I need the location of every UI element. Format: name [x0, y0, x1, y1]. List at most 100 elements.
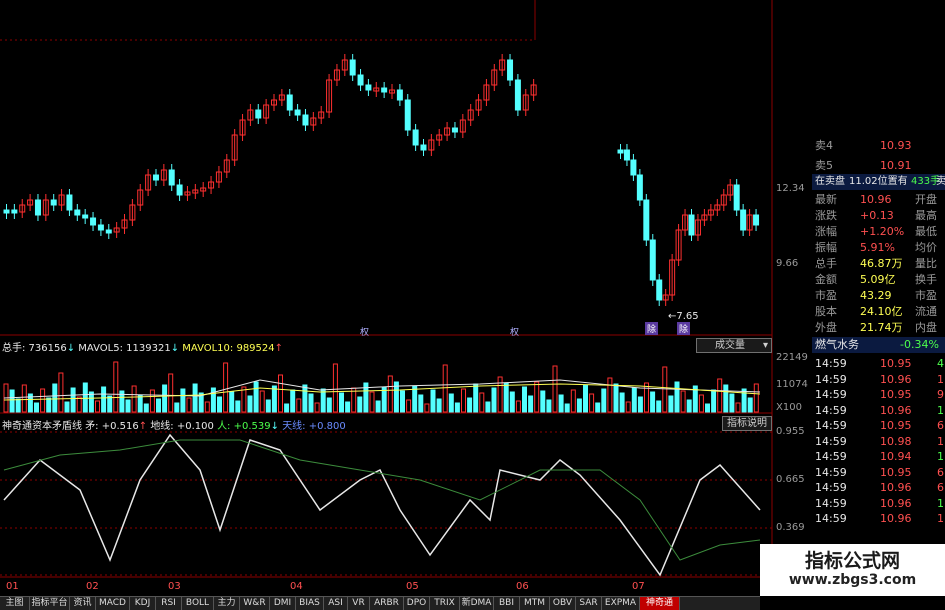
- field-value: 5.09亿: [860, 273, 896, 286]
- tab-0[interactable]: 主图: [0, 597, 30, 610]
- tab-14[interactable]: DPO: [404, 597, 430, 610]
- tab-3[interactable]: MACD: [96, 597, 130, 610]
- tab-5[interactable]: RSI: [156, 597, 182, 610]
- tab-21[interactable]: EXPMA: [602, 597, 640, 610]
- field-key: 涨跌: [815, 209, 837, 222]
- tab-11[interactable]: ASI: [324, 597, 348, 610]
- ex-rights-marker-3[interactable]: 除: [645, 322, 659, 335]
- order-bar[interactable]: 在卖盘 11.02位置有 433手 卖: [812, 174, 945, 190]
- volume-bar: [698, 394, 704, 413]
- volume-bar: [583, 384, 588, 413]
- indicator-ren-value: 人: +0.539: [217, 421, 271, 432]
- volume-bar: [369, 391, 375, 413]
- volume-bar: [522, 386, 527, 413]
- volume-bar: [15, 398, 21, 413]
- candle-body: [74, 209, 81, 216]
- volume-bar: [637, 396, 643, 413]
- sector-change: -0.34%: [900, 338, 939, 351]
- tab-9[interactable]: DMI: [270, 597, 296, 610]
- tick-time: 14:59: [815, 419, 847, 432]
- field-key-2: 内盘: [915, 321, 937, 334]
- tab-20[interactable]: SAR: [576, 597, 602, 610]
- ask-price: 10.91: [880, 159, 912, 172]
- tab-1[interactable]: 指标平台: [30, 597, 70, 610]
- volume-bar: [430, 389, 436, 413]
- tick-time: 14:59: [815, 372, 847, 386]
- indicator-mao-value: 矛: +0.516: [85, 421, 139, 432]
- field-key: 外盘: [815, 321, 837, 334]
- volume-bar: [461, 388, 466, 413]
- tick-volume: 1: [937, 403, 944, 417]
- volume-bar: [204, 401, 210, 413]
- candle-body: [286, 94, 293, 111]
- volume-selector[interactable]: 成交量 ▾: [696, 338, 772, 353]
- tick-time: 14:59: [815, 512, 847, 525]
- volume-bar: [674, 381, 680, 413]
- volume-bar: [235, 400, 241, 413]
- field-value: 21.74万: [860, 321, 903, 334]
- tab-6[interactable]: BOLL: [182, 597, 214, 610]
- sector-row[interactable]: 燃气水务 -0.34%: [812, 337, 945, 353]
- volume-bar: [284, 403, 290, 413]
- indicator-sky-value: 天线: +0.800: [282, 421, 346, 432]
- candle-body: [152, 174, 159, 181]
- candle-body: [656, 279, 663, 301]
- volume-bar: [137, 394, 143, 413]
- volume-bar: [259, 390, 265, 413]
- up-arrow-icon: ↑: [138, 421, 151, 432]
- tab-19[interactable]: OBV: [550, 597, 576, 610]
- field-key-2: 换手: [915, 273, 937, 286]
- volume-bar: [485, 401, 491, 413]
- tab-8[interactable]: W&R: [240, 597, 270, 610]
- candle-body: [404, 99, 411, 131]
- tick-row: 14:59 10.96 6: [812, 480, 945, 496]
- candle-body: [294, 109, 301, 116]
- tab-12[interactable]: VR: [348, 597, 370, 610]
- volume-bar: [479, 392, 485, 413]
- tab-4[interactable]: KDJ: [130, 597, 156, 610]
- x-axis-label: 04: [290, 581, 303, 592]
- tick-row: 14:59 10.96 1: [812, 496, 945, 512]
- tab-10[interactable]: BIAS: [296, 597, 324, 610]
- candle-body: [255, 109, 262, 119]
- field-key-2: 最低: [915, 225, 937, 238]
- volume-bar: [76, 396, 82, 413]
- ask-row: 卖4 10.93: [812, 138, 945, 154]
- watermark-url: www.zbgs3.com: [788, 572, 917, 588]
- tab-18[interactable]: MTM: [520, 597, 550, 610]
- field-value: 24.10亿: [860, 305, 903, 318]
- tab-15[interactable]: TRIX: [430, 597, 460, 610]
- volume-bar: [540, 390, 546, 413]
- volume-bar: [534, 381, 540, 413]
- tick-volume: 9: [937, 388, 944, 401]
- x-axis-label: 05: [406, 581, 419, 592]
- volume-bar: [217, 396, 222, 413]
- tab-13[interactable]: ARBR: [370, 597, 404, 610]
- field-key-2: 量比: [915, 257, 937, 270]
- field-key: 振幅: [815, 241, 837, 254]
- volume-bar: [101, 386, 107, 413]
- tab-7[interactable]: 主力: [214, 597, 240, 610]
- oscillator-line: [3, 433, 761, 577]
- tick-volume: 1: [937, 512, 944, 525]
- volume-bar: [278, 374, 283, 413]
- sector-name: 燃气水务: [815, 338, 859, 351]
- tab-17[interactable]: BBI: [494, 597, 520, 610]
- volume-bar: [729, 393, 735, 413]
- ex-rights-marker-4[interactable]: 除: [677, 322, 691, 335]
- tick-row: 14:59 10.96 1: [812, 511, 945, 527]
- candle-body: [365, 84, 372, 91]
- indicator-help-button[interactable]: 指标说明: [722, 416, 772, 431]
- tab-2[interactable]: 资讯: [70, 597, 96, 610]
- volume-bar: [497, 376, 503, 413]
- ex-rights-marker-2: 权: [510, 328, 520, 338]
- tab-22[interactable]: 神奇通: [640, 597, 680, 610]
- field-key: 总手: [815, 257, 837, 270]
- tick-price: 10.96: [880, 496, 912, 510]
- field-value: 43.29: [860, 289, 892, 302]
- field-key-2: 市盈: [915, 289, 937, 302]
- tab-16[interactable]: 新DMA: [460, 597, 494, 610]
- volume-bar: [265, 399, 271, 413]
- volume-bar: [400, 390, 405, 413]
- tick-time: 14:59: [815, 496, 847, 510]
